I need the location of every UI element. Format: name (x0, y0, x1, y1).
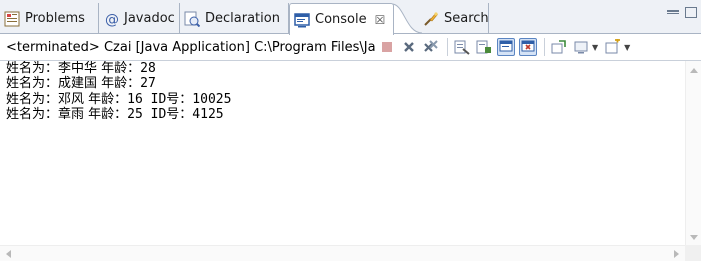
maximize-icon[interactable] (685, 7, 697, 18)
horizontal-scrollbar[interactable] (0, 245, 685, 261)
close-icon[interactable]: ☒ (375, 13, 386, 27)
tab-label: Javadoc (124, 11, 175, 26)
stop-icon (382, 42, 392, 52)
remove-launch-button[interactable] (400, 38, 418, 56)
problems-icon (4, 11, 20, 26)
chevron-down-icon[interactable]: ▼ (592, 43, 598, 52)
javadoc-icon: @ (105, 12, 119, 27)
toolbar-separator (544, 38, 545, 56)
view-window-controls (667, 7, 697, 18)
console-text: 27 (140, 76, 156, 92)
show-console-on-stdout-button[interactable] (497, 38, 515, 56)
remove-all-icon (424, 40, 438, 52)
console-line: 姓名为：李中华 年龄： 28 (6, 61, 685, 76)
search-icon (424, 11, 438, 26)
console-toolbar: <terminated> Czai [Java Application] C:\… (0, 34, 701, 61)
declaration-icon (184, 11, 200, 27)
tab-declaration[interactable]: Declaration (180, 3, 289, 34)
console-text: 姓名为：章雨 年龄： (6, 106, 128, 122)
chevron-down-icon[interactable]: ▼ (624, 43, 630, 52)
toolbar-separator (447, 38, 448, 56)
tab-problems[interactable]: Problems (0, 3, 99, 34)
tab-label: Declaration (205, 11, 280, 26)
display-selected-console-button[interactable] (572, 38, 590, 56)
tab-search[interactable]: Search (419, 3, 489, 34)
minimize-icon[interactable] (667, 10, 679, 14)
console-text: 28 (140, 61, 156, 76)
pin-console-button[interactable] (550, 38, 568, 56)
tab-label: Console (315, 12, 367, 27)
console-icon (294, 12, 310, 27)
remove-icon (404, 42, 414, 52)
remove-all-terminated-button[interactable] (422, 38, 440, 56)
console-text: 4125 (192, 106, 224, 122)
terminate-button[interactable] (378, 38, 396, 56)
open-console-button[interactable] (604, 38, 622, 56)
console-process-title: <terminated> Czai [Java Application] C:\… (6, 39, 376, 55)
clear-console-icon (454, 40, 470, 55)
vertical-scrollbar[interactable] (685, 61, 701, 245)
console-text: 号： (166, 91, 193, 107)
show-console-on-stderr-button[interactable] (519, 38, 537, 56)
svg-text:@: @ (105, 12, 119, 27)
console-text: 号： (166, 106, 193, 122)
console-text: 16 ID (127, 91, 167, 107)
tab-curve (392, 3, 422, 34)
console-output[interactable]: 姓名为：李中华 年龄： 28 姓名为：成建国 年龄： 27 姓名为：邓风 年龄：… (0, 61, 685, 245)
pin-icon (551, 40, 566, 54)
tab-console[interactable]: Console ☒ (289, 3, 394, 35)
tab-label: Problems (25, 11, 85, 26)
console-text: 姓名为：成建国 年龄： (6, 76, 141, 92)
view-tab-strip: Problems @ Javadoc Declaration Console ☒… (0, 0, 701, 35)
clear-console-button[interactable] (453, 38, 471, 56)
scroll-left-icon[interactable] (6, 250, 11, 258)
console-line: 姓名为：成建国 年龄： 27 (6, 76, 685, 91)
display-console-icon (574, 41, 588, 54)
console-text: 姓名为：李中华 年龄： (6, 61, 141, 76)
console-text: 姓名为：邓风 年龄： (6, 91, 128, 107)
open-console-icon (605, 39, 621, 54)
scroll-up-icon[interactable] (690, 68, 698, 73)
scroll-lock-icon (476, 40, 491, 54)
tab-javadoc[interactable]: @ Javadoc (99, 3, 180, 34)
console-text: 10025 (192, 91, 232, 107)
console-line: 姓名为：章雨 年龄： 25 ID 号： 4125 (6, 107, 685, 122)
stderr-icon (521, 40, 535, 52)
console-line: 姓名为：邓风 年龄： 16 ID 号： 10025 (6, 92, 685, 107)
scrollbar-corner (685, 245, 701, 261)
console-text: 25 ID (127, 106, 167, 122)
scroll-down-icon[interactable] (690, 235, 698, 240)
stdout-icon (499, 40, 513, 52)
scroll-right-icon[interactable] (674, 250, 679, 258)
console-view: Problems @ Javadoc Declaration Console ☒… (0, 0, 701, 261)
tab-label: Search (444, 11, 489, 26)
scroll-lock-button[interactable] (475, 38, 493, 56)
